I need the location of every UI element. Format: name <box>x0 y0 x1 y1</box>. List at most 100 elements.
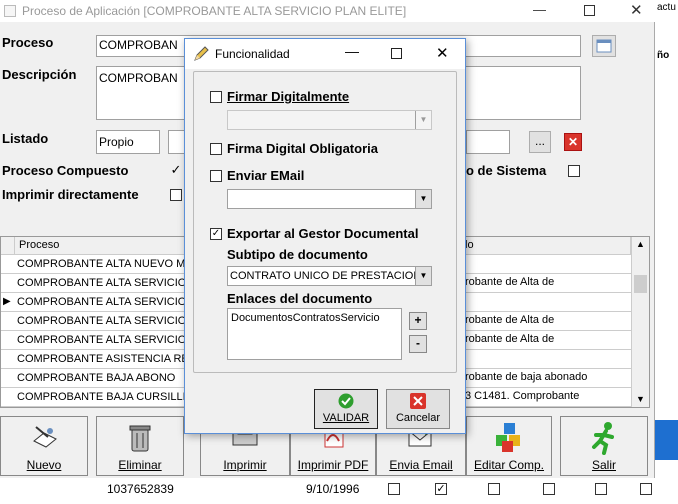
editar-comp-label: Editar Comp. <box>473 458 545 472</box>
subtipo-value: CONTRATO UNICO DE PRESTACION <box>230 270 422 282</box>
row-proceso: COMPROBANTE ASISTENCIA RE <box>17 353 189 365</box>
bottom-checkbox[interactable] <box>488 483 500 495</box>
firmar-label: Firmar Digitalmente <box>227 89 350 104</box>
scroll-down-icon[interactable]: ▼ <box>636 394 645 404</box>
row-proceso: COMPROBANTE ALTA SERVICIO <box>17 334 187 346</box>
bottom-checkbox[interactable] <box>595 483 607 495</box>
remove-enlace-button[interactable]: - <box>409 335 427 353</box>
cancelar-button[interactable]: Cancelar <box>386 389 450 429</box>
firma-cert-combo[interactable]: ▼ <box>227 110 432 130</box>
grid-corner <box>1 237 15 255</box>
validar-label: VALIDAR <box>322 412 370 424</box>
validar-button[interactable]: VALIDAR <box>314 389 378 429</box>
firma-obligatoria-label: Firma Digital Obligatoria <box>227 141 378 156</box>
dialog-title: Funcionalidad <box>215 47 290 61</box>
envia-email-label: Envia Email <box>389 458 453 472</box>
subtipo-combo[interactable]: CONTRATO UNICO DE PRESTACION ▼ <box>227 266 432 286</box>
enlaces-label: Enlaces del documento <box>227 291 373 306</box>
enviar-email-checkbox[interactable] <box>210 170 222 182</box>
bg-label: ño <box>657 50 670 61</box>
dialog-title-bar: Funcionalidad — ✕ <box>185 39 465 69</box>
dialog-options-panel: Firmar Digitalmente ▼ Firma Digital Obli… <box>193 71 457 373</box>
clear-icon[interactable]: ✕ <box>564 133 582 151</box>
listado-desc-field[interactable] <box>466 130 510 154</box>
enlaces-list[interactable]: DocumentosContratosServicio <box>227 308 402 360</box>
listado-field[interactable]: Propio <box>96 130 160 154</box>
close-icon[interactable]: ✕ <box>436 44 449 62</box>
proceso-label: Proceso <box>2 35 54 50</box>
imprimir-directamente-label: Imprimir directamente <box>2 187 139 202</box>
running-man-icon <box>592 422 614 455</box>
row-proceso: COMPROBANTE BAJA CURSILLIS <box>17 391 194 403</box>
dropdown-arrow-icon[interactable]: ▼ <box>415 111 431 129</box>
bottom-checkbox[interactable] <box>640 483 652 495</box>
lookup-button[interactable] <box>592 35 616 57</box>
row-descripcion: 3 C1481. Comprobante <box>465 390 580 402</box>
main-title-bar: Proceso de Aplicación [COMPROBANTE ALTA … <box>0 0 655 22</box>
proceso-compuesto-label: Proceso Compuesto <box>2 163 129 178</box>
dropdown-arrow-icon[interactable]: ▼ <box>415 190 431 208</box>
window-title: Proceso de Aplicación [COMPROBANTE ALTA … <box>22 4 407 18</box>
subtipo-label: Subtipo de documento <box>227 247 368 262</box>
exportar-checkbox[interactable]: ✓ <box>210 228 222 240</box>
scroll-thumb[interactable] <box>634 275 647 293</box>
funcionalidad-dialog: Funcionalidad — ✕ Firmar Digitalmente ▼ … <box>184 38 466 434</box>
grid-scrollbar[interactable]: ▲ ▼ <box>631 237 649 407</box>
descripcion-label: Descripción <box>2 67 77 82</box>
eliminar-label: Eliminar <box>118 458 162 472</box>
minimize-icon[interactable]: — <box>345 43 359 59</box>
salir-label: Salir <box>591 458 616 472</box>
salir-button[interactable]: Salir <box>560 416 648 476</box>
scroll-up-icon[interactable]: ▲ <box>636 239 645 249</box>
background-window: actu ño <box>655 0 678 504</box>
row-proceso: COMPROBANTE ALTA NUEVO M <box>17 258 186 270</box>
row-indicator-icon: ▶ <box>3 296 11 307</box>
nuevo-button[interactable]: Nuevo <box>0 416 88 476</box>
row-proceso: COMPROBANTE ALTA SERVICIO <box>17 315 187 327</box>
row-descripcion: robante de Alta de <box>465 314 555 326</box>
bottom-checked-checkbox[interactable]: ✓ <box>435 483 447 495</box>
imprimir-label: Imprimir <box>223 458 267 472</box>
imprimir-directamente-checkbox[interactable] <box>170 189 182 201</box>
app-icon <box>4 5 16 17</box>
minimize-icon[interactable]: — <box>533 2 546 17</box>
bottom-row: 1037652839 9/10/1996 ✓ <box>0 478 655 504</box>
de-sistema-label: o de Sistema <box>466 163 547 178</box>
new-document-icon <box>33 426 57 448</box>
imprimir-pdf-label: Imprimir PDF <box>297 458 369 472</box>
pencil-icon <box>194 46 209 61</box>
exportar-label: Exportar al Gestor Documental <box>227 226 419 241</box>
maximize-icon[interactable] <box>391 48 402 59</box>
firma-obligatoria-checkbox[interactable] <box>210 143 222 155</box>
email-combo[interactable]: ▼ <box>227 189 432 209</box>
dropdown-arrow-icon[interactable]: ▼ <box>415 267 431 285</box>
blocks-icon <box>496 423 520 452</box>
trash-icon <box>129 425 151 452</box>
bottom-date: 9/10/1996 <box>306 482 360 496</box>
close-icon[interactable]: ✕ <box>630 1 643 19</box>
maximize-icon[interactable] <box>584 5 595 16</box>
proceso-compuesto-checkbox[interactable]: ✓ <box>170 163 182 177</box>
enviar-email-label: Enviar EMail <box>227 168 305 183</box>
bottom-code: 1037652839 <box>107 482 174 496</box>
grid-header-desc[interactable]: lo <box>461 237 631 255</box>
add-enlace-button[interactable]: + <box>409 312 427 330</box>
row-descripcion: robante de baja abonado <box>465 371 588 383</box>
eliminar-button[interactable]: Eliminar <box>96 416 184 476</box>
list-item[interactable]: DocumentosContratosServicio <box>231 312 380 324</box>
bottom-checkbox[interactable] <box>388 483 400 495</box>
row-proceso: COMPROBANTE ALTA SERVICIO <box>17 277 187 289</box>
editar-comp-button[interactable]: Editar Comp. <box>466 416 552 476</box>
cancelar-label: Cancelar <box>395 412 441 424</box>
row-descripcion: robante de Alta de <box>465 333 555 345</box>
bottom-checkbox[interactable] <box>543 483 555 495</box>
row-proceso: COMPROBANTE ALTA SERVICIO <box>17 296 187 308</box>
row-proceso: COMPROBANTE BAJA ABONO <box>17 372 176 384</box>
de-sistema-checkbox[interactable] <box>568 165 580 177</box>
cancel-icon <box>410 393 426 409</box>
bg-panel <box>655 420 678 460</box>
listado-label: Listado <box>2 131 49 146</box>
firmar-checkbox[interactable] <box>210 91 222 103</box>
browse-button[interactable]: ... <box>529 131 551 153</box>
bg-label: actu <box>657 2 676 13</box>
